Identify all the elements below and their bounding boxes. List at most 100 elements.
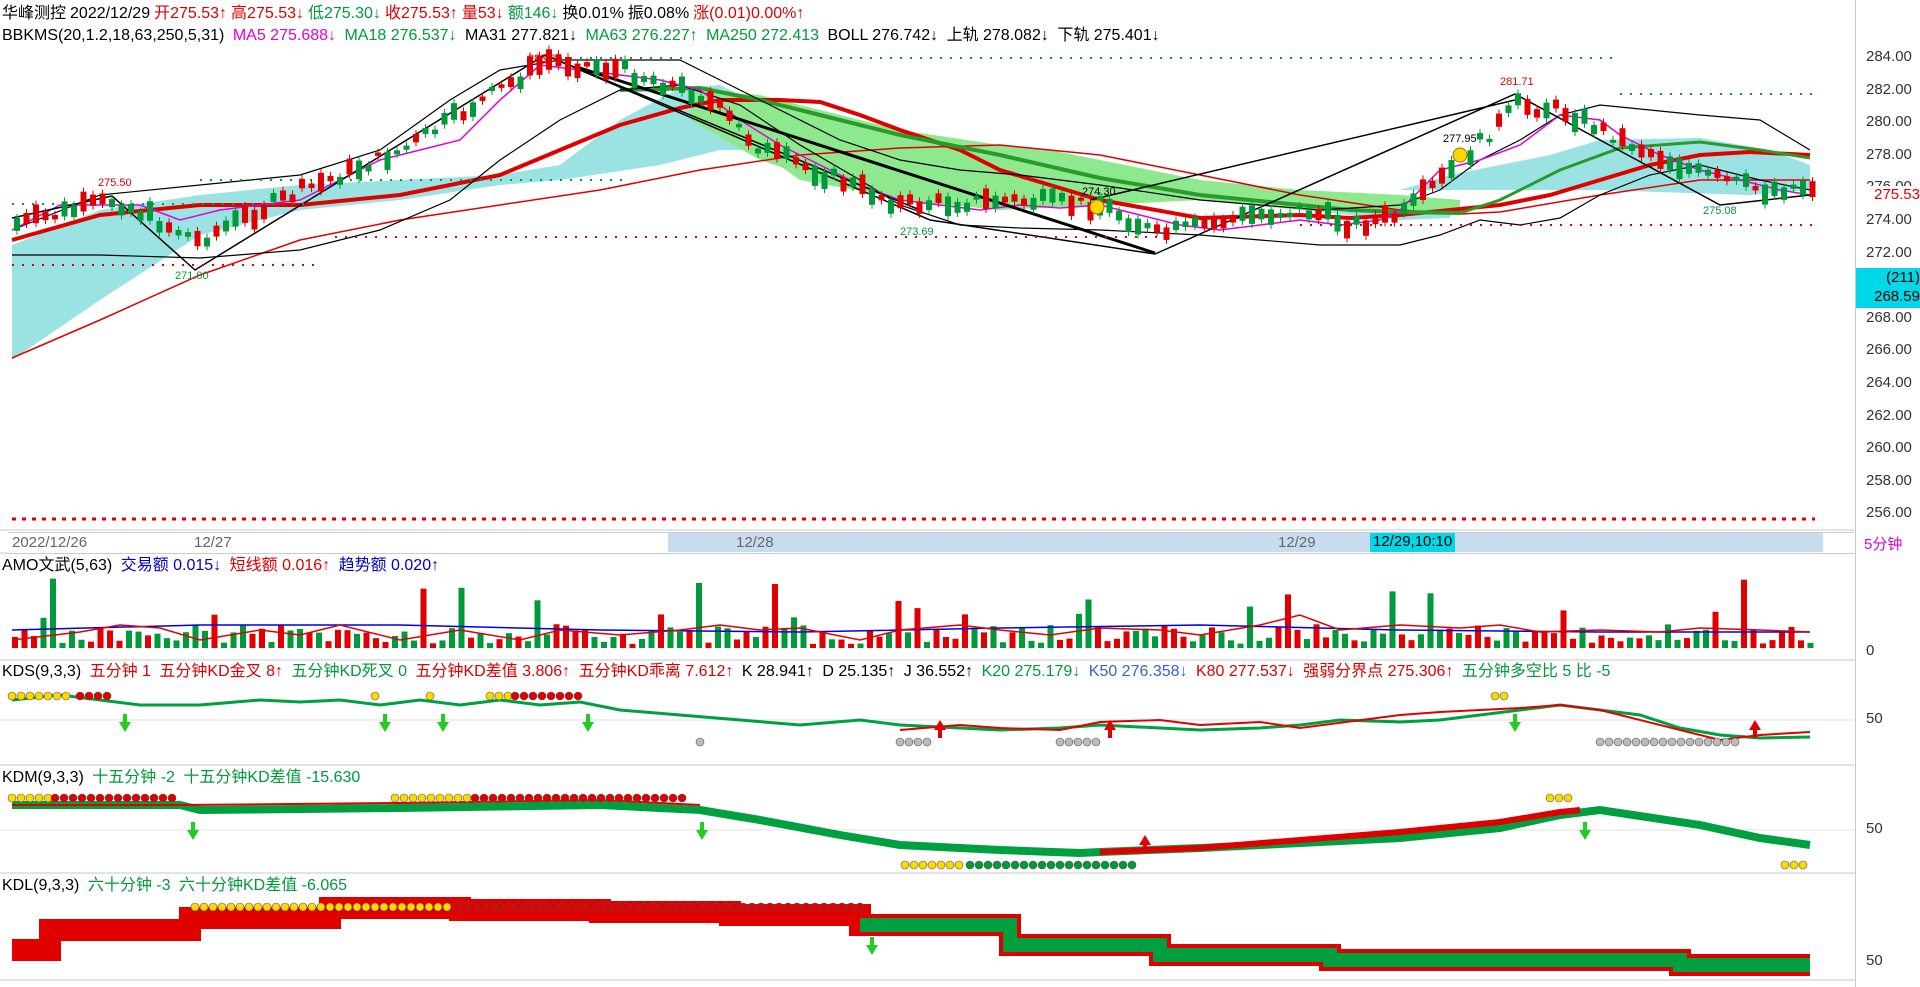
signal-dot — [1712, 737, 1722, 747]
amo-bar — [363, 632, 370, 648]
price-tick: 282.00 — [1866, 80, 1912, 98]
amo-bar — [1494, 640, 1500, 648]
price-tick: 278.00 — [1866, 145, 1912, 163]
amo-bar — [382, 642, 389, 648]
signal-dot — [801, 902, 811, 912]
chart-canvas[interactable] — [0, 0, 1855, 987]
signal-dot — [510, 691, 520, 701]
amo-bar — [572, 630, 579, 648]
amo-trade: 交易额 0.015↓ — [120, 557, 222, 574]
amo-bar — [1351, 640, 1358, 648]
amo-bar — [696, 582, 702, 648]
signal-dot — [675, 902, 685, 912]
date-cursor-tag: 12/29,10:10 — [1370, 533, 1456, 552]
amo-bar — [1418, 634, 1424, 648]
kdl-axis-50: 50 — [1866, 952, 1883, 969]
signal-dot — [918, 860, 928, 870]
signal-dot — [84, 691, 94, 701]
amo-bar — [905, 632, 911, 648]
kds-d-line — [899, 703, 1811, 742]
signal-dot — [965, 860, 975, 870]
signal-dot — [909, 860, 919, 870]
signal-dot — [113, 793, 123, 803]
price-tick: 264.00 — [1866, 374, 1912, 391]
signal-dot — [486, 902, 496, 912]
amo-bar — [515, 636, 522, 648]
amo-bar — [126, 630, 132, 648]
price-tick: 280.00 — [1866, 113, 1912, 131]
period-selector[interactable]: 5分钟 — [1864, 533, 1902, 554]
signal-dot — [900, 860, 910, 870]
signal-dot — [1595, 737, 1605, 747]
kdm-name[interactable]: KDM(9,3,3) — [2, 769, 84, 786]
amo-bar — [1294, 629, 1301, 648]
kdm-a: 十五分钟 -2 — [92, 769, 175, 786]
kdl-name[interactable]: KDL(9,3,3) — [2, 877, 79, 894]
amo-bar — [116, 640, 123, 648]
signal-dot — [765, 902, 775, 912]
signal-dot — [1640, 737, 1650, 747]
amo-bar — [135, 631, 142, 648]
signal-dot — [61, 691, 71, 701]
signal-dot — [370, 691, 380, 701]
price-tick: 262.00 — [1866, 406, 1912, 424]
kds-item-5: 五分钟KD乖离 7.612↑ — [578, 663, 734, 680]
signal-dot — [1789, 860, 1799, 870]
amo-bar — [1323, 637, 1329, 648]
amo-bar — [1608, 637, 1614, 648]
kds-item-1: 五分钟 1 — [89, 663, 151, 680]
sell-arrow-icon — [379, 714, 391, 732]
amo-name[interactable]: AMO文武(5,63) — [2, 557, 112, 574]
date-axis[interactable]: 2022/12/26 12/27 12/28 12/29 12/29,10:10 — [8, 532, 1854, 554]
sell-arrow-icon — [866, 937, 878, 955]
amo-bar — [781, 627, 788, 648]
signal-dot — [1091, 860, 1101, 870]
kdl-a: 六十分钟 -3 — [87, 877, 171, 894]
smiley-marker[interactable] — [1452, 147, 1468, 163]
signal-dot — [837, 902, 847, 912]
signal-dot — [677, 793, 687, 803]
signal-dot — [783, 902, 793, 912]
kds-k50: K50 276.358↓ — [1088, 663, 1188, 680]
signal-dot — [253, 902, 263, 912]
signal-dot — [390, 793, 400, 803]
amo-bar — [268, 642, 275, 648]
amo-bar — [1133, 630, 1139, 648]
signal-dot — [7, 691, 17, 701]
kds-ratio: 五分钟多空比 5 比 -5 — [1461, 663, 1611, 680]
price-tick: 256.00 — [1866, 504, 1912, 522]
signal-dot — [361, 902, 371, 912]
amo-bar — [981, 632, 987, 648]
signal-dot — [504, 902, 514, 912]
amo-bar — [534, 600, 541, 648]
amo-short: 短线额 0.016↑ — [229, 557, 331, 574]
signal-dot — [1798, 860, 1808, 870]
kds-item-4: 五分钟KD差值 3.806↑ — [415, 663, 571, 680]
signal-dot — [1631, 737, 1641, 747]
signal-dot — [226, 902, 236, 912]
signal-dot — [1676, 737, 1686, 747]
amo-bar — [686, 630, 693, 648]
amo-bar — [582, 630, 588, 648]
amo-bar — [553, 624, 560, 648]
amo-bar — [648, 630, 655, 648]
signal-dot — [1730, 737, 1740, 747]
kds-name[interactable]: KDS(9,3,3) — [2, 663, 81, 680]
amo-bar — [1760, 643, 1766, 648]
amo-bar — [249, 633, 256, 648]
amo-bar — [525, 641, 531, 648]
kdl-b: 六十分钟KD差值 -6.065 — [178, 877, 348, 894]
signal-dot — [555, 691, 565, 701]
signal-dot — [1545, 793, 1555, 803]
smiley-marker[interactable] — [1089, 199, 1105, 215]
amo-bar — [1807, 642, 1814, 648]
amo-bar — [1589, 642, 1595, 648]
amo-bar — [1152, 636, 1158, 648]
signal-dot — [603, 902, 613, 912]
signal-dot — [316, 902, 326, 912]
amo-bar — [259, 628, 265, 648]
amo-bar — [240, 625, 246, 648]
amo-bar — [211, 614, 218, 648]
amo-bar — [610, 636, 617, 648]
amo-bar — [1465, 634, 1472, 648]
